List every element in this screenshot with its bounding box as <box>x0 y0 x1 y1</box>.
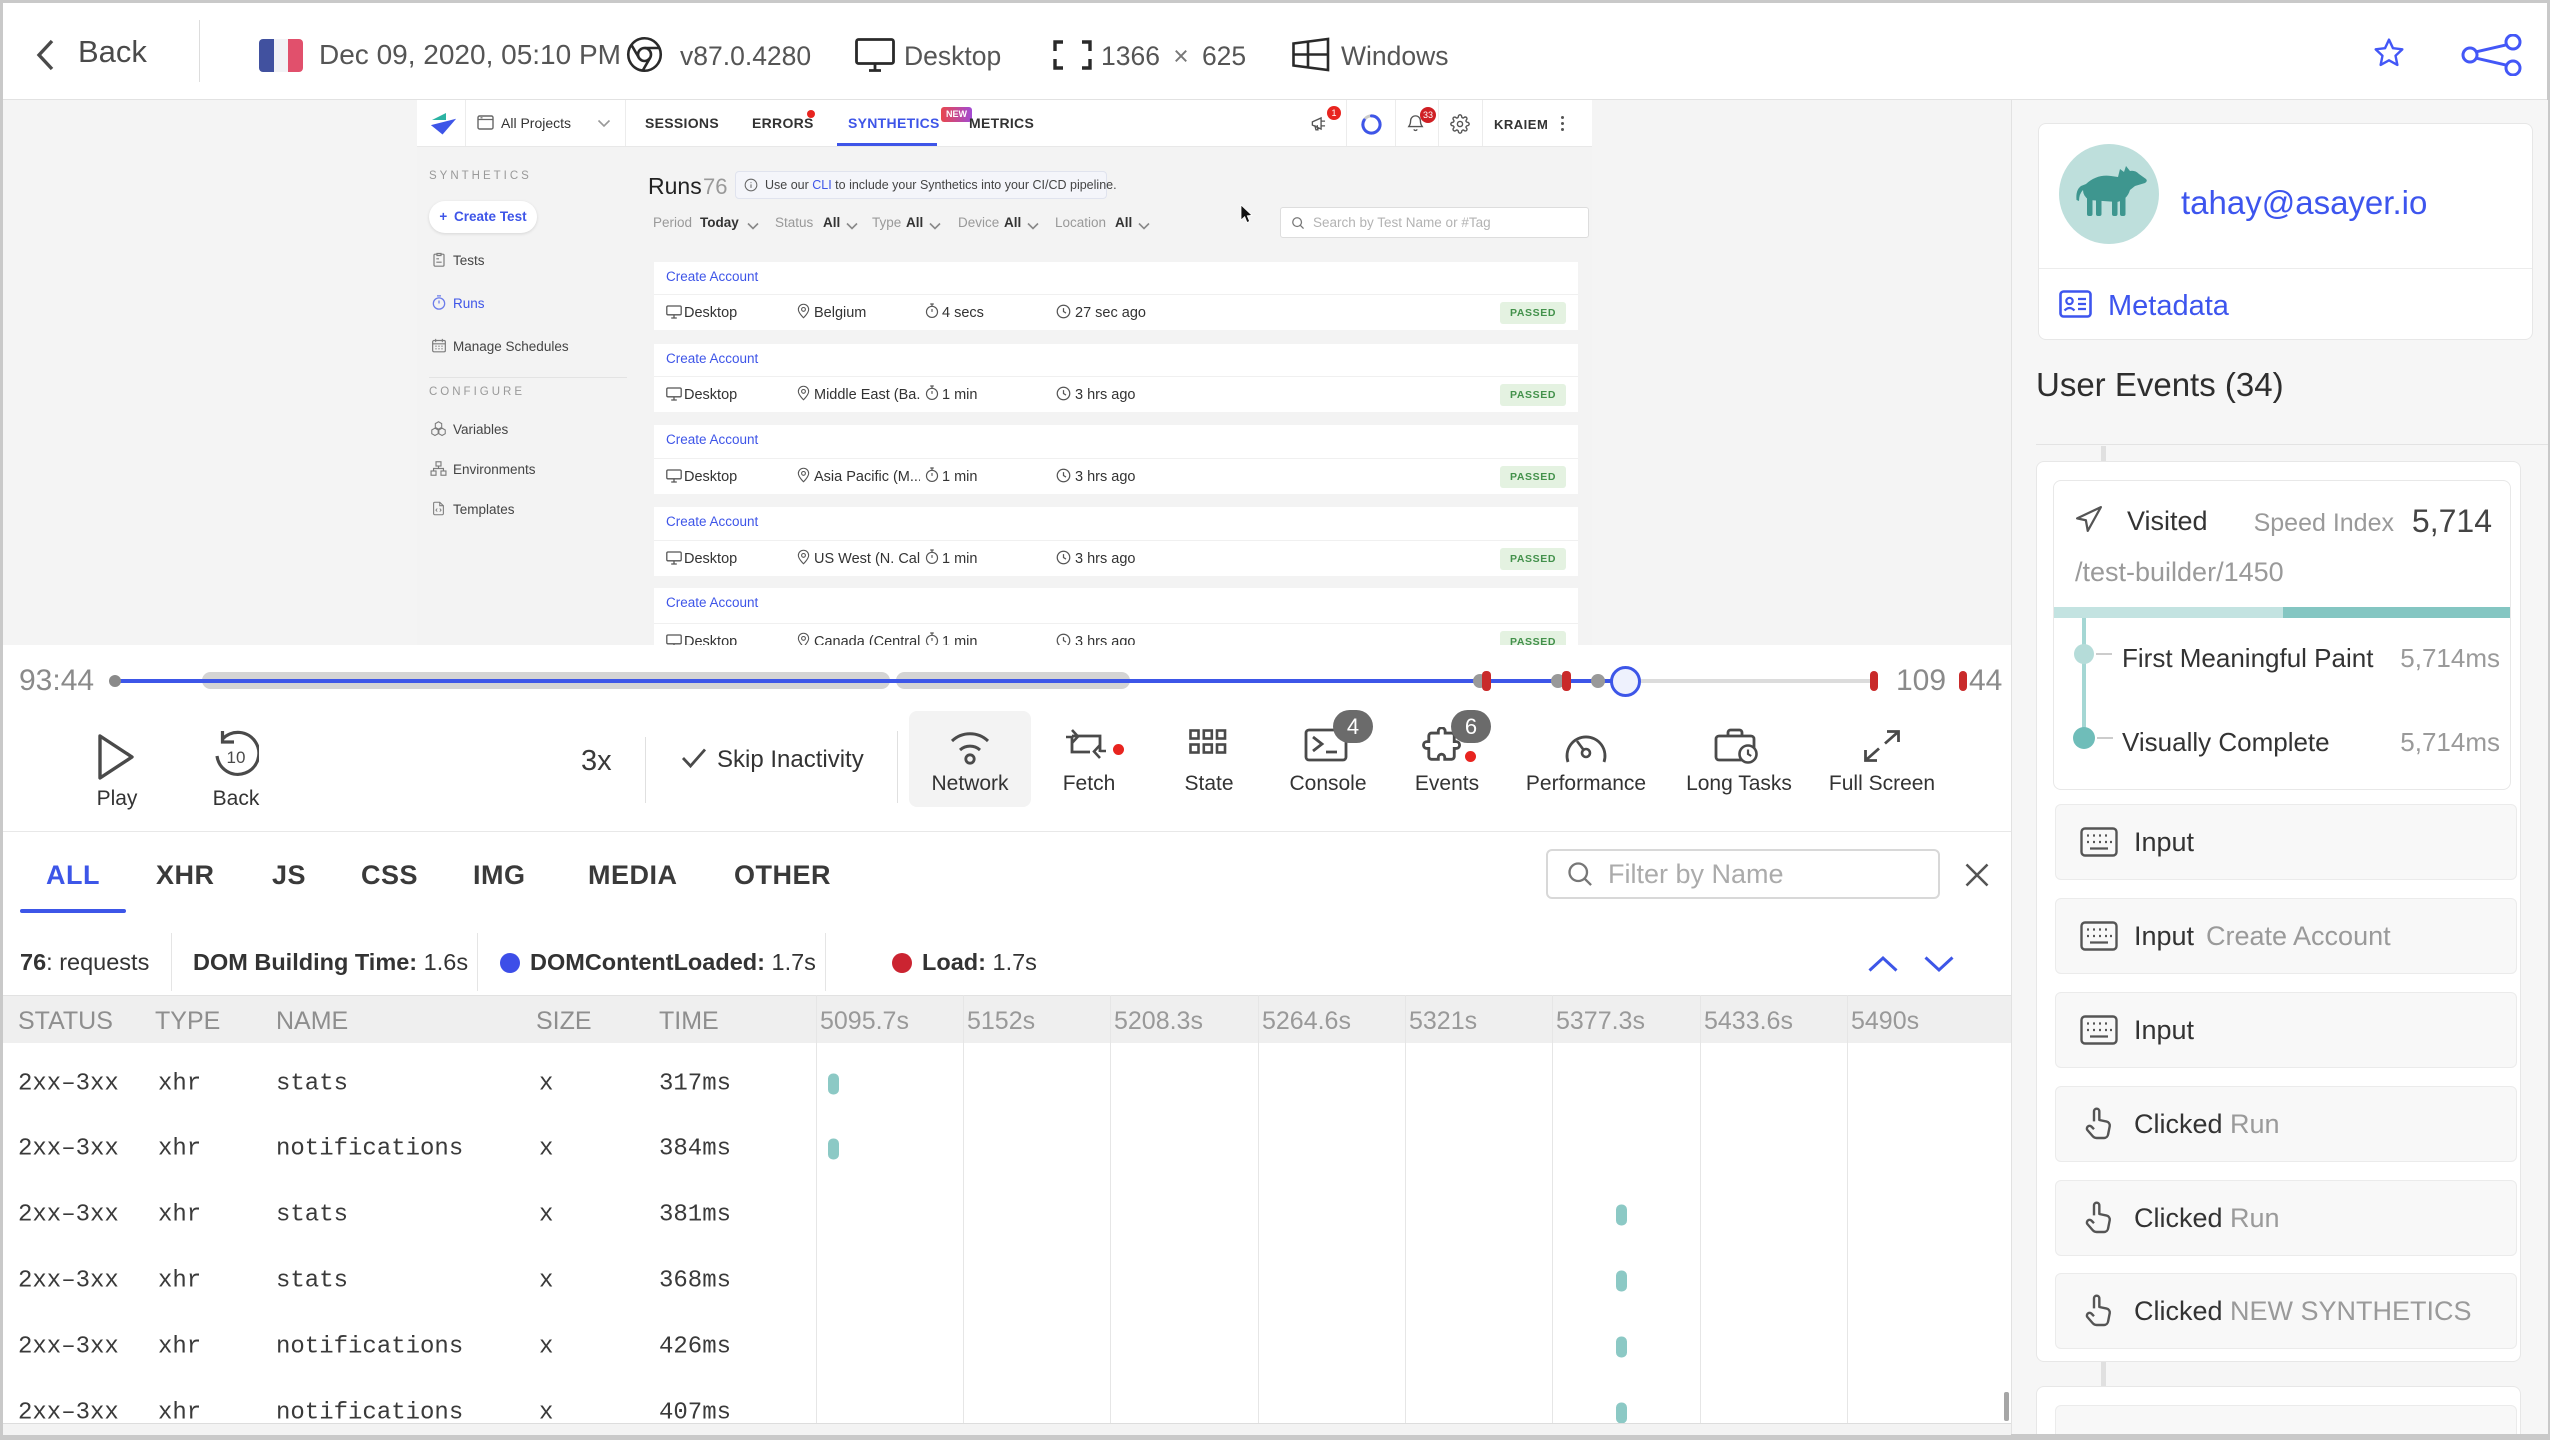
svg-text:10: 10 <box>227 748 246 767</box>
